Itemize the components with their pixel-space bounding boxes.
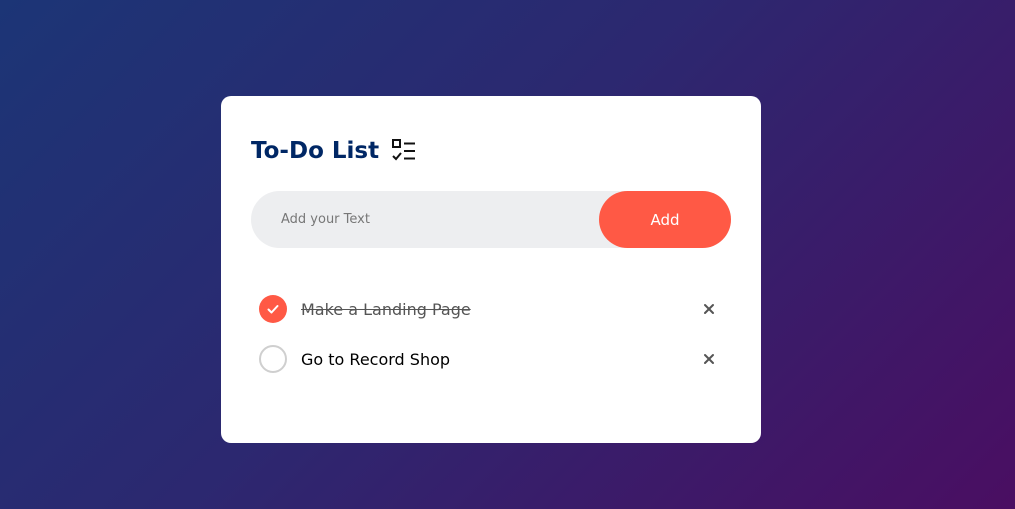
list-item[interactable]: Go to Record Shop [259,334,729,384]
task-checkbox-unchecked[interactable] [259,345,287,373]
checklist-icon [391,138,417,164]
task-checkbox-checked[interactable] [259,295,287,323]
close-icon[interactable] [699,299,719,319]
title-row: To-Do List [251,138,417,164]
task-list: Make a Landing Page Go to Record Shop [259,284,729,384]
add-button[interactable]: Add [599,191,731,248]
task-text: Make a Landing Page [301,299,471,319]
check-icon [267,305,279,314]
todo-card: To-Do List Add Make a Landing Page [221,96,761,443]
task-input[interactable] [281,191,581,248]
add-task-row: Add [251,191,731,248]
close-icon[interactable] [699,349,719,369]
page-title: To-Do List [251,138,380,164]
task-text: Go to Record Shop [301,349,451,369]
list-item[interactable]: Make a Landing Page [259,284,729,334]
